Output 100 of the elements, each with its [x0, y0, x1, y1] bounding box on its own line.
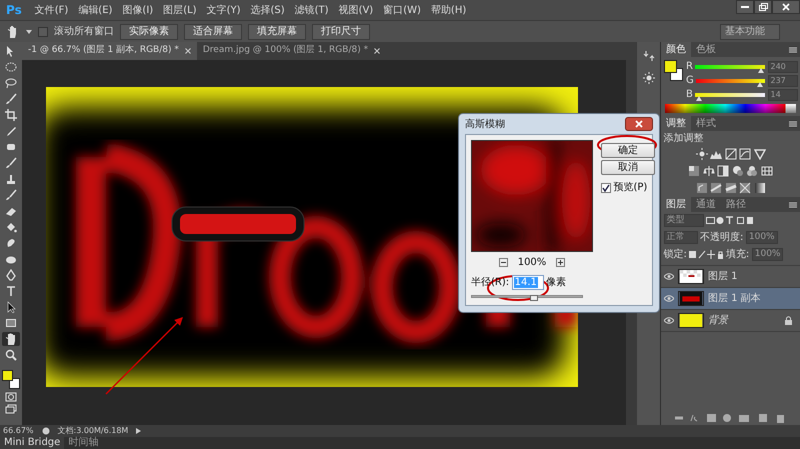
caret-icon[interactable]	[26, 30, 32, 34]
panel-tab[interactable]: 通道	[691, 196, 721, 212]
gradient-map-icon[interactable]	[754, 182, 766, 194]
bucket-tool-icon	[5, 221, 17, 233]
value-field[interactable]: 237	[768, 74, 798, 86]
lock-label: 锁定:	[664, 248, 687, 262]
zoom-out-button[interactable]	[498, 258, 508, 266]
brightness-icon[interactable]	[696, 148, 708, 160]
brightness-icon[interactable]	[642, 72, 654, 84]
layer-row[interactable]: 图层 1 副本	[661, 288, 800, 310]
layer-name: 图层 1	[708, 270, 738, 284]
checkbox[interactable]	[38, 26, 48, 36]
panel-tab[interactable]: 时间轴	[64, 437, 102, 449]
value-field[interactable]: 240	[768, 60, 798, 72]
layer-row[interactable]: 背景	[661, 310, 800, 332]
radius-label: 半径(R):	[471, 276, 510, 290]
zoom-option-button[interactable]: 适合屏幕	[184, 24, 242, 40]
menu-item[interactable]: 图层(L)	[158, 2, 202, 18]
panel-heading: 添加调整	[662, 132, 704, 146]
value-field[interactable]: 14	[768, 88, 798, 100]
menu-item[interactable]: 图像(I)	[117, 2, 158, 18]
zoom-option-button[interactable]: 打印尺寸	[312, 24, 370, 40]
foreground-color-swatch[interactable]	[2, 370, 13, 381]
zoom-in-button[interactable]	[556, 258, 566, 266]
stamp-tool-icon	[5, 173, 17, 185]
document-tab[interactable]: -1 @ 66.7% (图层 1 副本, RGB/8) *	[22, 42, 197, 60]
close-icon[interactable]	[374, 48, 380, 54]
visibility-icon[interactable]	[664, 272, 674, 280]
panel-tab[interactable]: 图层	[661, 196, 691, 212]
panel-tab[interactable]: Mini Bridge	[0, 437, 64, 449]
cancel-button[interactable]: 取消	[601, 160, 655, 175]
lasso-tool-icon	[5, 77, 17, 89]
filter-dropdown[interactable]: 类型	[664, 214, 704, 227]
panel-tab[interactable]: 样式	[691, 116, 721, 130]
minimize-icon[interactable]	[741, 6, 749, 8]
menu-item[interactable]: 窗口(W)	[378, 2, 426, 18]
opacity-label: 不透明度:	[700, 230, 744, 244]
close-button[interactable]	[772, 0, 800, 14]
arrow-tool-icon	[5, 301, 17, 313]
panel-menu-icon[interactable]	[789, 120, 797, 126]
plus-icon[interactable]	[558, 260, 564, 264]
workspace-dropdown[interactable]: 基本功能	[720, 24, 780, 40]
close-icon[interactable]	[184, 48, 191, 54]
slider-track[interactable]	[471, 295, 583, 298]
channel-label: R	[686, 60, 693, 74]
crop-tool-icon	[5, 109, 17, 121]
panel-tab[interactable]: 调整	[661, 116, 691, 130]
quick-mask-icon[interactable]	[5, 392, 17, 402]
close-button[interactable]	[625, 117, 653, 131]
rectangle-tool-icon	[5, 317, 17, 329]
balance-icon[interactable]	[702, 164, 715, 176]
foreground-color-swatch[interactable]	[664, 60, 676, 72]
menu-item[interactable]: 文字(Y)	[202, 2, 246, 18]
fill-field[interactable]: 100%	[752, 248, 784, 261]
brush-tool-icon	[5, 189, 17, 201]
menu-item[interactable]: 选择(S)	[245, 2, 290, 18]
unit-label: 像素	[546, 276, 566, 290]
minimize-button[interactable]	[736, 0, 754, 14]
layer-filter-icons[interactable]	[706, 216, 754, 225]
checkbox-label: 预览(P)	[614, 181, 648, 195]
ok-button[interactable]: 确定	[601, 142, 655, 158]
menu-item[interactable]: 滤镜(T)	[290, 2, 334, 18]
color-spectrum[interactable]	[665, 104, 796, 112]
layer-name: 背景	[708, 314, 728, 328]
app-logo: Ps	[5, 2, 23, 19]
zoom-option-button[interactable]: 填充屏幕	[248, 24, 306, 40]
layer-thumbnail	[678, 268, 704, 284]
menu-item[interactable]: 视图(V)	[334, 2, 378, 18]
curves-icon[interactable]	[724, 148, 736, 160]
lock-icons[interactable]	[689, 250, 724, 259]
marquee-tool-icon	[5, 61, 17, 73]
panel-tab[interactable]: 颜色	[661, 42, 691, 57]
monochrome-icon[interactable]	[717, 164, 730, 176]
restore-button[interactable]	[754, 0, 772, 14]
tool-button[interactable]	[2, 332, 20, 346]
layer-name: 图层 1 副本	[708, 292, 761, 306]
visibility-icon[interactable]	[664, 316, 674, 324]
menu-item[interactable]: 编辑(E)	[73, 2, 118, 18]
menu-item[interactable]: 帮助(H)	[426, 2, 472, 18]
menu-item[interactable]: 文件(F)	[30, 2, 74, 18]
panel-tab[interactable]: 色板	[691, 42, 721, 57]
zoom-percentage: 66.67%	[3, 425, 34, 437]
opacity-field[interactable]: 100%	[746, 230, 778, 244]
zoom-option-button[interactable]: 实际像素	[120, 24, 178, 40]
hand-tool-icon	[5, 333, 17, 345]
panel-menu-icon[interactable]	[789, 202, 797, 208]
panel-menu-icon[interactable]	[789, 47, 797, 53]
layer-thumbnail	[678, 290, 704, 306]
screen-mode-icon[interactable]	[5, 404, 17, 414]
fill-label: 填充:	[726, 248, 750, 262]
expand-icon[interactable]	[136, 428, 142, 434]
blend-mode-dropdown[interactable]: 正常	[664, 230, 698, 244]
restore-icon[interactable]	[758, 3, 768, 11]
status-icon[interactable]	[42, 427, 50, 435]
document-tab[interactable]: Dream.jpg @ 100% (图层 1, RGB/8) *	[196, 42, 386, 60]
checkbox-label: 滚动所有窗口	[54, 24, 114, 39]
background-color-swatch[interactable]	[9, 378, 20, 389]
panel-tab[interactable]: 路径	[721, 196, 751, 212]
slider-thumb[interactable]	[530, 295, 538, 301]
visibility-icon[interactable]	[664, 294, 674, 302]
